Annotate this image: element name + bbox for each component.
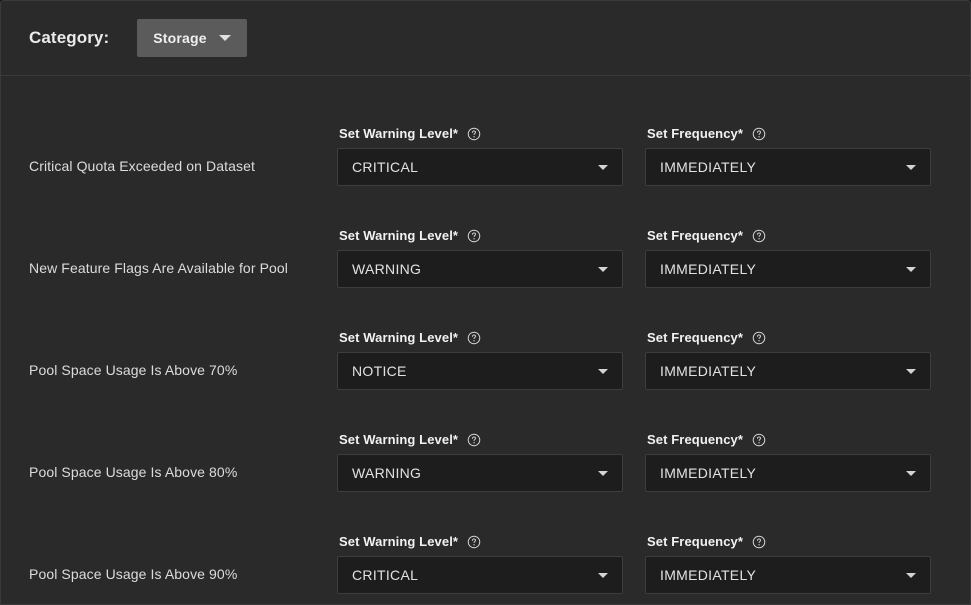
chevron-down-icon [906,470,916,476]
warning-level-select[interactable]: CRITICAL [337,148,623,186]
frequency-label-text: Set Frequency* [647,126,744,141]
help-circle-icon[interactable] [752,433,766,447]
warning-level-label-text: Set Warning Level* [339,432,459,447]
warning-level-field: Set Warning Level* WARNING [337,228,623,288]
alert-row-title: Pool Space Usage Is Above 80% [29,463,238,480]
help-circle-icon[interactable] [467,433,481,447]
frequency-value: IMMEDIATELY [660,363,757,379]
alert-rows-container: Critical Quota Exceeded on Dataset Set W… [1,76,970,594]
warning-level-label: Set Warning Level* [337,228,623,243]
warning-level-field: Set Warning Level* WARNING [337,432,623,492]
alert-row-3: Pool Space Usage Is Above 80% Set Warnin… [1,390,970,492]
warning-level-value: WARNING [352,261,422,277]
frequency-label: Set Frequency* [645,534,931,549]
frequency-label-text: Set Frequency* [647,432,744,447]
warning-level-value: WARNING [352,465,422,481]
frequency-select[interactable]: IMMEDIATELY [645,148,931,186]
warning-level-label-text: Set Warning Level* [339,534,459,549]
warning-level-label-text: Set Warning Level* [339,330,459,345]
alert-row-title: New Feature Flags Are Available for Pool [29,259,288,276]
help-circle-icon[interactable] [752,127,766,141]
alert-row-1: New Feature Flags Are Available for Pool… [1,186,970,288]
frequency-select[interactable]: IMMEDIATELY [645,454,931,492]
alert-row-2: Pool Space Usage Is Above 70% Set Warnin… [1,288,970,390]
warning-level-label: Set Warning Level* [337,432,623,447]
category-header: Category: Storage [1,1,970,76]
frequency-field: Set Frequency* IMMEDIATELY [645,126,931,186]
frequency-label-text: Set Frequency* [647,330,744,345]
warning-level-label: Set Warning Level* [337,534,623,549]
chevron-down-icon [906,164,916,170]
chevron-down-icon [598,368,608,374]
frequency-label-text: Set Frequency* [647,534,744,549]
warning-level-label: Set Warning Level* [337,126,623,141]
warning-level-select[interactable]: NOTICE [337,352,623,390]
frequency-select[interactable]: IMMEDIATELY [645,352,931,390]
frequency-label: Set Frequency* [645,126,931,141]
alert-settings-card: Category: Storage Critical Quota Exceede… [0,0,971,605]
frequency-select[interactable]: IMMEDIATELY [645,556,931,594]
warning-level-select[interactable]: CRITICAL [337,556,623,594]
frequency-field: Set Frequency* IMMEDIATELY [645,432,931,492]
alert-row-title: Critical Quota Exceeded on Dataset [29,157,255,174]
chevron-down-icon [218,35,231,41]
chevron-down-icon [906,266,916,272]
frequency-value: IMMEDIATELY [660,567,757,583]
warning-level-value: CRITICAL [352,159,419,175]
help-circle-icon[interactable] [467,535,481,549]
help-circle-icon[interactable] [467,331,481,345]
warning-level-field: Set Warning Level* CRITICAL [337,126,623,186]
warning-level-label-text: Set Warning Level* [339,228,459,243]
frequency-label: Set Frequency* [645,330,931,345]
warning-level-select[interactable]: WARNING [337,454,623,492]
help-circle-icon[interactable] [752,535,766,549]
help-circle-icon[interactable] [752,331,766,345]
alert-row-0: Critical Quota Exceeded on Dataset Set W… [1,84,970,186]
chevron-down-icon [906,572,916,578]
frequency-field: Set Frequency* IMMEDIATELY [645,534,931,594]
warning-level-label: Set Warning Level* [337,330,623,345]
help-circle-icon[interactable] [467,127,481,141]
frequency-value: IMMEDIATELY [660,261,757,277]
chevron-down-icon [906,368,916,374]
frequency-label-text: Set Frequency* [647,228,744,243]
help-circle-icon[interactable] [467,229,481,243]
category-select-value: Storage [153,30,207,46]
category-select-button[interactable]: Storage [137,19,247,57]
frequency-label: Set Frequency* [645,432,931,447]
warning-level-field: Set Warning Level* NOTICE [337,330,623,390]
category-label: Category: [29,28,110,47]
alert-row-title: Pool Space Usage Is Above 90% [29,565,238,582]
chevron-down-icon [598,572,608,578]
frequency-value: IMMEDIATELY [660,159,757,175]
warning-level-select[interactable]: WARNING [337,250,623,288]
warning-level-label-text: Set Warning Level* [339,126,459,141]
warning-level-value: CRITICAL [352,567,419,583]
frequency-field: Set Frequency* IMMEDIATELY [645,330,931,390]
alert-row-title: Pool Space Usage Is Above 70% [29,361,238,378]
chevron-down-icon [598,266,608,272]
alert-row-4: Pool Space Usage Is Above 90% Set Warnin… [1,492,970,594]
chevron-down-icon [598,470,608,476]
help-circle-icon[interactable] [752,229,766,243]
frequency-label: Set Frequency* [645,228,931,243]
chevron-down-icon [598,164,608,170]
frequency-select[interactable]: IMMEDIATELY [645,250,931,288]
frequency-value: IMMEDIATELY [660,465,757,481]
warning-level-field: Set Warning Level* CRITICAL [337,534,623,594]
frequency-field: Set Frequency* IMMEDIATELY [645,228,931,288]
warning-level-value: NOTICE [352,363,407,379]
